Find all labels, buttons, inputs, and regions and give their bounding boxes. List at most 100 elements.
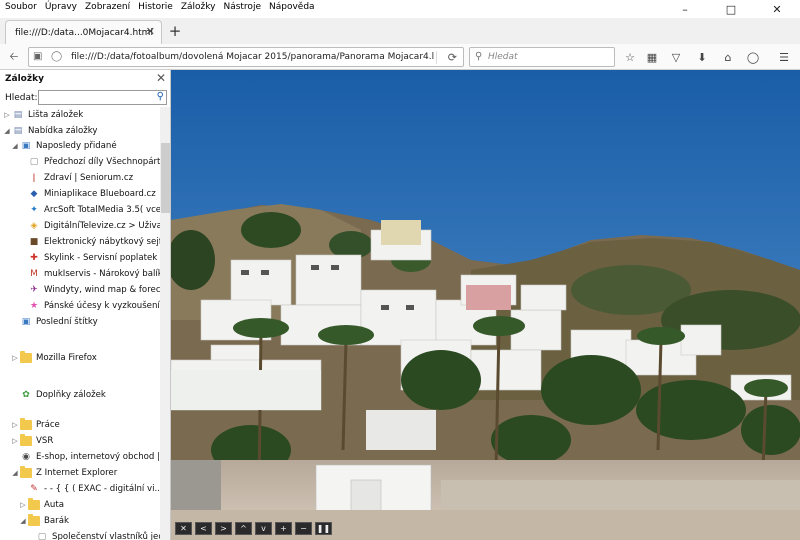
bookmark-item[interactable]: ▣ Poslední štítky — [11, 314, 98, 330]
bookmark-label: E-shop, internetový obchod | S... — [36, 452, 171, 462]
page-icon: ▢ — [37, 532, 47, 540]
expand-twisty-icon[interactable]: ▷ — [3, 111, 11, 119]
bookmark-item[interactable]: ◢ Z Internet Explorer — [11, 465, 117, 481]
bookmark-item[interactable]: ◢ ▤ Nabídka záložky — [3, 123, 97, 139]
folder-icon — [20, 351, 32, 364]
zoom-out-icon[interactable]: − — [295, 522, 312, 535]
reading-list-icon[interactable]: ▦ — [643, 48, 661, 66]
bookmark-item[interactable]: ▷ VSR — [11, 433, 53, 449]
window-controls: – □ ✕ — [662, 0, 800, 18]
folder-shape — [20, 418, 32, 430]
bookmark-label: Elektronický nábytkový sejf D... — [44, 237, 171, 247]
folder-icon — [20, 466, 32, 479]
eshop-icon: ◉ — [22, 452, 30, 462]
bookmark-label: Skylink - Servisní poplatek a ... — [44, 253, 171, 263]
bookmark-item[interactable]: ◢ Barák — [19, 513, 69, 529]
bookmark-label: ArcSoft TotalMedia 3.5( vcet... — [44, 205, 171, 215]
home-icon[interactable]: ⌂ — [719, 48, 737, 66]
tab-close-icon[interactable]: ✕ — [146, 25, 155, 38]
search-icon[interactable]: ⚲ — [157, 91, 164, 102]
folder-shape — [28, 514, 40, 526]
bookmark-item[interactable]: ✈ Windyty, wind map & forecast — [19, 282, 171, 298]
close-window-icon[interactable]: ✕ — [754, 0, 800, 18]
bookmark-item[interactable]: ✿ Doplňky záložek — [11, 387, 106, 403]
menu-item[interactable]: Úpravy — [45, 2, 77, 12]
page-info-icon[interactable]: ▣ — [33, 51, 42, 62]
bookmark-item[interactable]: MmukIservis - Nárokový balík — [19, 266, 163, 282]
bookmark-item[interactable]: ▷ Mozilla Firefox — [11, 350, 97, 366]
bookmark-star-icon[interactable]: ☆ — [621, 48, 639, 66]
reload-icon[interactable]: ⟳ — [448, 51, 457, 64]
new-tab-button[interactable]: + — [166, 22, 184, 40]
menu-item[interactable]: Nástroje — [223, 2, 261, 12]
search-bar[interactable]: ⚲ Hledat — [469, 47, 615, 67]
expand-twisty-icon[interactable]: ▷ — [19, 501, 27, 509]
bookmark-item[interactable]: ▢ Společenství vlastníků jedn... — [27, 529, 170, 540]
arrow-down-icon[interactable]: v — [255, 522, 272, 535]
skylink-icon: ✚ — [30, 253, 38, 263]
arrow-left-icon[interactable]: < — [195, 522, 212, 535]
bookmark-item[interactable]: ▷ Práce — [11, 417, 60, 433]
pocket-icon[interactable]: ▽ — [667, 48, 685, 66]
arcsoft-icon: ✦ — [30, 205, 38, 215]
panorama-photo[interactable] — [171, 70, 800, 540]
sidebar-close-icon[interactable]: ✕ — [156, 71, 166, 85]
bookmark-label: Pánské účesy k vyzkoušení n... — [44, 301, 171, 311]
folder-shape — [28, 498, 40, 510]
bookmark-item[interactable]: ✦ ArcSoft TotalMedia 3.5( vcet... — [19, 202, 171, 218]
arrow-up-icon[interactable]: ^ — [235, 522, 252, 535]
bookmark-label: Předchozí díly Všechnopárty ... — [44, 157, 171, 167]
back-button[interactable]: 🡠 — [5, 48, 23, 66]
menu-item[interactable]: Zobrazení — [85, 2, 130, 12]
pause-icon[interactable]: ❚❚ — [315, 522, 332, 535]
bookmark-item[interactable]: ✎ - - { { ( EXAC - digitální vi... — [19, 481, 162, 497]
url-text[interactable]: file:///D:/data/fotoalbum/dovolená Mojac… — [71, 52, 434, 62]
menu-item[interactable]: Soubor — [5, 2, 37, 12]
collapse-twisty-icon[interactable]: ◢ — [19, 517, 27, 525]
zoom-in-icon[interactable]: + — [275, 522, 292, 535]
minimize-icon[interactable]: – — [662, 0, 708, 18]
downloads-icon[interactable]: ⬇ — [693, 48, 711, 66]
collapse-twisty-icon[interactable]: ◢ — [3, 127, 11, 135]
hamburger-menu-icon[interactable]: ☰ — [775, 48, 793, 66]
bookmark-item[interactable]: ◈ DigitálníTelevize.cz > Uživatelé — [19, 218, 171, 234]
collapse-twisty-icon[interactable]: ◢ — [11, 469, 19, 477]
bookmark-label: Poslední štítky — [36, 317, 98, 327]
menu-item[interactable]: Záložky — [181, 2, 216, 12]
bookmark-item[interactable]: ◉ E-shop, internetový obchod | S... — [11, 449, 171, 465]
chat-icon[interactable]: ◯ — [744, 48, 762, 66]
bookmark-item[interactable]: ▷ Auta — [19, 497, 64, 513]
bookmark-item[interactable]: ▷ ▤ Lišta záložek — [3, 107, 83, 123]
bookmark-item[interactable]: ǀ Zdraví | Seniorum.cz — [19, 170, 133, 186]
bookmark-item[interactable]: ■ Elektronický nábytkový sejf D... — [19, 234, 171, 250]
windyty-icon: ✈ — [30, 285, 38, 295]
tab-panorama[interactable]: file:///D:/data...0Mojacar4.html ✕ — [5, 20, 162, 44]
bookmark-item[interactable]: ◢ ▣ Naposledy přidané — [11, 138, 116, 154]
bookmark-label: Z Internet Explorer — [36, 468, 118, 478]
expand-twisty-icon[interactable]: ▷ — [11, 421, 19, 429]
maximize-icon[interactable]: □ — [708, 0, 754, 18]
bookmark-label: Windyty, wind map & forecast — [44, 285, 171, 295]
menu-item[interactable]: Nápověda — [269, 2, 315, 12]
zoom-fit-icon[interactable]: ✕ — [175, 522, 192, 535]
tab-strip: file:///D:/data...0Mojacar4.html ✕ + — [0, 18, 800, 44]
sidebar-search-label: Hledat: — [5, 93, 38, 103]
bookmark-item[interactable]: ◆ Miniaplikace Blueboard.cz — [19, 186, 156, 202]
folder-icon — [20, 418, 32, 431]
bookmark-item[interactable]: ✚ Skylink - Servisní poplatek a ... — [19, 250, 171, 266]
expand-twisty-icon[interactable]: ▷ — [11, 437, 19, 445]
exac-icon: ✎ — [30, 484, 38, 494]
bookmark-label: DigitálníTelevize.cz > Uživatelé — [44, 221, 171, 231]
menu-item[interactable]: Historie — [138, 2, 173, 12]
bookmark-item[interactable]: ★ Pánské účesy k vyzkoušení n... — [19, 298, 171, 314]
sidebar-search-input[interactable]: ⚲ — [38, 90, 167, 105]
sidebar-scroll-thumb[interactable] — [161, 143, 170, 213]
sidebar-scrollbar[interactable] — [160, 107, 170, 540]
url-bar[interactable]: ▣ ◯ file:///D:/data/fotoalbum/dovolená M… — [28, 47, 464, 67]
arrow-right-icon[interactable]: > — [215, 522, 232, 535]
tab-title: file:///D:/data...0Mojacar4.html — [15, 27, 153, 38]
bookmark-item[interactable]: ▢ Předchozí díly Všechnopárty ... — [19, 154, 171, 170]
bookmark-label: mukIservis - Nárokový balík — [44, 269, 163, 279]
collapse-twisty-icon[interactable]: ◢ — [11, 142, 19, 150]
expand-twisty-icon[interactable]: ▷ — [11, 354, 19, 362]
